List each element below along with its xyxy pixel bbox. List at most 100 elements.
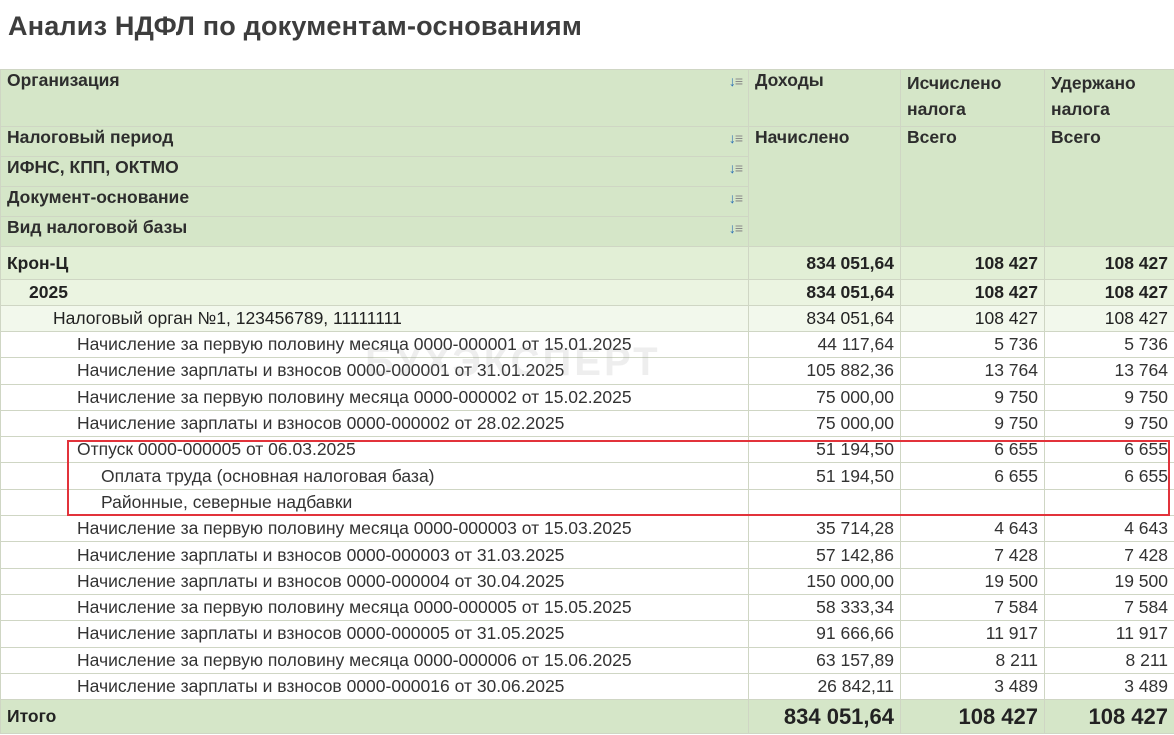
row-income: 150 000,00 xyxy=(748,567,901,595)
sort-icon[interactable]: ↓≡ xyxy=(729,220,743,236)
row-document: Начисление зарплаты и взносов 0000-00001… xyxy=(0,672,749,701)
row-withheld: 5 736 xyxy=(1044,330,1174,359)
grouping-header-organization[interactable]: Организация ↓≡ xyxy=(0,69,749,127)
row-document: Начисление за первую половину месяца 000… xyxy=(0,330,749,359)
table-row[interactable]: Начисление зарплаты и взносов 0000-00000… xyxy=(0,620,1174,648)
column-header-calc[interactable]: Исчислено налога xyxy=(900,69,1045,127)
sort-icon[interactable]: ↓≡ xyxy=(729,73,743,89)
sort-icon[interactable]: ↓≡ xyxy=(729,190,743,206)
total-row: Итого 834 051,64 108 427 108 427 xyxy=(0,699,1174,735)
row-document: Начисление за первую половину месяца 000… xyxy=(0,515,749,543)
row-income: 91 666,66 xyxy=(748,620,901,648)
row-document: Оплата труда (основная налоговая база) xyxy=(0,462,749,490)
period-name: 2025 xyxy=(0,279,749,306)
table-row[interactable]: Начисление за первую половину месяца 000… xyxy=(0,646,1174,674)
row-document: Отпуск 0000-000005 от 06.03.2025 xyxy=(0,436,749,464)
grouping-label: Налоговый период xyxy=(7,127,174,148)
grouping-header-period[interactable]: Налоговый период ↓≡ xyxy=(0,126,749,157)
row-income: 105 882,36 xyxy=(748,357,901,385)
subheader-calc: Всего xyxy=(900,126,1045,247)
sort-icon[interactable]: ↓≡ xyxy=(729,130,743,146)
row-income: 51 194,50 xyxy=(748,436,901,464)
row-withheld: 7 584 xyxy=(1044,593,1174,622)
table-row[interactable]: Начисление зарплаты и взносов 0000-00000… xyxy=(0,567,1174,595)
table-row[interactable]: Начисление зарплаты и взносов 0000-00000… xyxy=(0,357,1174,385)
tax-office-income: 834 051,64 xyxy=(748,305,901,332)
period-income: 834 051,64 xyxy=(748,279,901,306)
org-withheld: 108 427 xyxy=(1044,246,1174,280)
subheader-withheld: Всего xyxy=(1044,126,1174,247)
grouping-label: ИФНС, КПП, ОКТМО xyxy=(7,157,179,178)
period-row[interactable]: 2025 834 051,64 108 427 108 427 xyxy=(0,279,1174,306)
row-document: Начисление за первую половину месяца 000… xyxy=(0,646,749,674)
table-row[interactable]: Начисление за первую половину месяца 000… xyxy=(0,330,1174,359)
total-withheld: 108 427 xyxy=(1044,699,1174,735)
table-row[interactable]: Оплата труда (основная налоговая база) 51… xyxy=(0,462,1174,490)
row-withheld: 19 500 xyxy=(1044,567,1174,595)
row-withheld: 9 750 xyxy=(1044,409,1174,438)
org-row[interactable]: Крон-Ц 834 051,64 108 427 108 427 xyxy=(0,246,1174,280)
row-income: 44 117,64 xyxy=(748,330,901,359)
row-income: 26 842,11 xyxy=(748,672,901,701)
grouping-label: Вид налоговой базы xyxy=(7,217,188,238)
row-withheld: 4 643 xyxy=(1044,515,1174,543)
tax-office-row[interactable]: Налоговый орган №1, 123456789, 11111111 … xyxy=(0,305,1174,332)
table-row[interactable]: Начисление за первую половину месяца 000… xyxy=(0,383,1174,411)
row-calc: 5 736 xyxy=(900,330,1045,359)
column-header-withheld[interactable]: Удержано налога xyxy=(1044,69,1174,127)
row-calc: 13 764 xyxy=(900,357,1045,385)
row-calc: 7 428 xyxy=(900,541,1045,569)
period-calc: 108 427 xyxy=(900,279,1045,306)
row-withheld: 3 489 xyxy=(1044,672,1174,701)
row-income: 75 000,00 xyxy=(748,409,901,438)
row-income: 51 194,50 xyxy=(748,462,901,490)
row-calc: 3 489 xyxy=(900,672,1045,701)
row-calc: 9 750 xyxy=(900,409,1045,438)
grouping-label: Организация xyxy=(7,70,120,91)
row-income: 75 000,00 xyxy=(748,383,901,411)
grouping-header-tax-base[interactable]: Вид налоговой базы ↓≡ xyxy=(0,216,749,247)
tax-office-name: Налоговый орган №1, 123456789, 11111111 xyxy=(0,305,749,332)
table-row[interactable]: Районные, северные надбавки xyxy=(0,488,1174,517)
row-document: Начисление зарплаты и взносов 0000-00000… xyxy=(0,567,749,595)
total-calc: 108 427 xyxy=(900,699,1045,735)
row-income: 35 714,28 xyxy=(748,515,901,543)
row-income: 63 157,89 xyxy=(748,646,901,674)
row-calc: 6 655 xyxy=(900,436,1045,464)
sort-icon[interactable]: ↓≡ xyxy=(729,160,743,176)
table-row[interactable]: Начисление за первую половину месяца 000… xyxy=(0,515,1174,543)
row-calc: 9 750 xyxy=(900,383,1045,411)
row-document: Начисление за первую половину месяца 000… xyxy=(0,593,749,622)
row-calc: 7 584 xyxy=(900,593,1045,622)
org-calc: 108 427 xyxy=(900,246,1045,280)
table-row[interactable]: Начисление за первую половину месяца 000… xyxy=(0,593,1174,622)
row-document: Начисление за первую половину месяца 000… xyxy=(0,383,749,411)
row-calc xyxy=(900,488,1045,517)
row-withheld: 13 764 xyxy=(1044,357,1174,385)
row-income: 58 333,34 xyxy=(748,593,901,622)
table-row[interactable]: Начисление зарплаты и взносов 0000-00000… xyxy=(0,409,1174,438)
grouping-header-ifns[interactable]: ИФНС, КПП, ОКТМО ↓≡ xyxy=(0,156,749,187)
row-withheld: 8 211 xyxy=(1044,646,1174,674)
tax-office-withheld: 108 427 xyxy=(1044,305,1174,332)
table-row[interactable]: Начисление зарплаты и взносов 0000-00000… xyxy=(0,541,1174,569)
column-header-income[interactable]: Доходы xyxy=(748,69,901,127)
row-document: Начисление зарплаты и взносов 0000-00000… xyxy=(0,541,749,569)
table-row[interactable]: Начисление зарплаты и взносов 0000-00001… xyxy=(0,672,1174,701)
row-document: Начисление зарплаты и взносов 0000-00000… xyxy=(0,357,749,385)
row-document: Районные, северные надбавки xyxy=(0,488,749,517)
subheader-income: Начислено xyxy=(748,126,901,247)
grouping-header-document[interactable]: Документ-основание ↓≡ xyxy=(0,186,749,217)
tax-office-calc: 108 427 xyxy=(900,305,1045,332)
row-income xyxy=(748,488,901,517)
row-income: 57 142,86 xyxy=(748,541,901,569)
row-document: Начисление зарплаты и взносов 0000-00000… xyxy=(0,620,749,648)
org-name: Крон-Ц xyxy=(0,246,749,280)
row-calc: 19 500 xyxy=(900,567,1045,595)
grouping-label: Документ-основание xyxy=(7,187,190,208)
row-withheld: 11 917 xyxy=(1044,620,1174,648)
period-withheld: 108 427 xyxy=(1044,279,1174,306)
table-row[interactable]: Отпуск 0000-000005 от 06.03.2025 51 194,5… xyxy=(0,436,1174,464)
row-calc: 4 643 xyxy=(900,515,1045,543)
row-calc: 11 917 xyxy=(900,620,1045,648)
